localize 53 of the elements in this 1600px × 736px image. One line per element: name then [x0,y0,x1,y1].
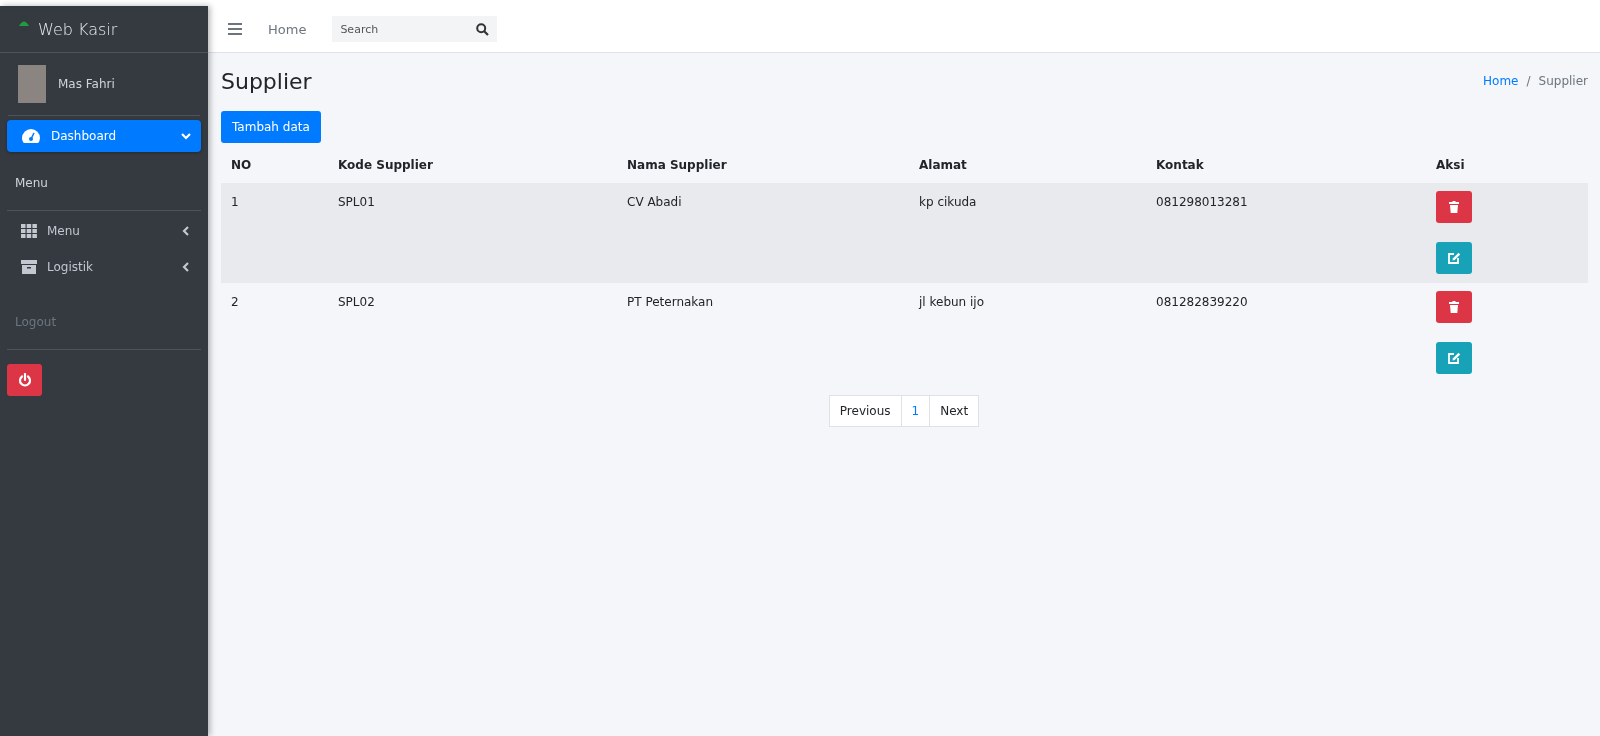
column-header: Nama Supplier [627,158,727,172]
avatar-placeholder [18,65,46,103]
table-cell: PT Peternakan [627,295,714,309]
sidebar-header: Menu [7,156,201,211]
search-field[interactable]: Search [332,16,498,42]
edit-button[interactable] [1436,342,1472,374]
search-icon[interactable] [476,23,490,36]
nav-item[interactable]: Dashboard [7,120,201,152]
brand-name: Web Kasir [38,19,118,39]
menu-icon[interactable] [228,23,242,35]
trash-icon [1449,201,1459,213]
home-link[interactable]: Home [268,21,307,37]
user-name[interactable]: Mas Fahri [58,77,115,91]
nav-item[interactable]: Menu [7,215,201,247]
table-cell: 081298013281 [1156,195,1248,209]
delete-button[interactable] [1436,191,1472,223]
trash-icon [1449,301,1459,313]
chevron-left-icon [181,262,191,272]
column-header: Aksi [1436,158,1465,172]
pagination-link[interactable]: Next [929,395,980,427]
table-cell: SPL02 [338,295,375,309]
column-header: NO [231,158,252,172]
gauge-icon [21,128,41,144]
page-title: Supplier [221,68,312,94]
add-data-button[interactable]: Tambah data [221,111,321,143]
pagination-link[interactable]: 1 [900,395,931,427]
sidebar-header: Logout [7,295,201,350]
table-cell: kp cikuda [919,195,977,209]
edit-button[interactable] [1436,242,1472,274]
table-cell: CV Abadi [627,195,682,209]
column-header: Kode Supplier [338,158,433,172]
nav-item[interactable]: Logistik [7,251,201,283]
edit-icon [1447,352,1461,364]
column-header: Kontak [1156,158,1204,172]
delete-button[interactable] [1436,291,1472,323]
breadcrumb-link[interactable]: Home [1483,74,1519,88]
table-cell: SPL01 [338,195,375,209]
power-icon [17,373,32,387]
table-cell: 081282839220 [1156,295,1248,309]
logout-button[interactable] [7,364,42,396]
chevron-left-icon [181,226,191,236]
table-cell: 2 [231,295,239,309]
archive-icon [21,260,37,274]
edit-icon [1447,252,1461,264]
column-header: Alamat [919,158,967,172]
breadcrumb-separator: / [1526,74,1531,88]
chevron-down-icon [181,131,191,141]
table-cell: jl kebun ijo [919,295,985,309]
grid-icon [21,224,37,238]
logo-icon [18,19,30,27]
table-cell: 1 [231,195,239,209]
breadcrumb-current: Supplier [1538,74,1588,88]
pagination-link[interactable]: Previous [828,395,902,427]
